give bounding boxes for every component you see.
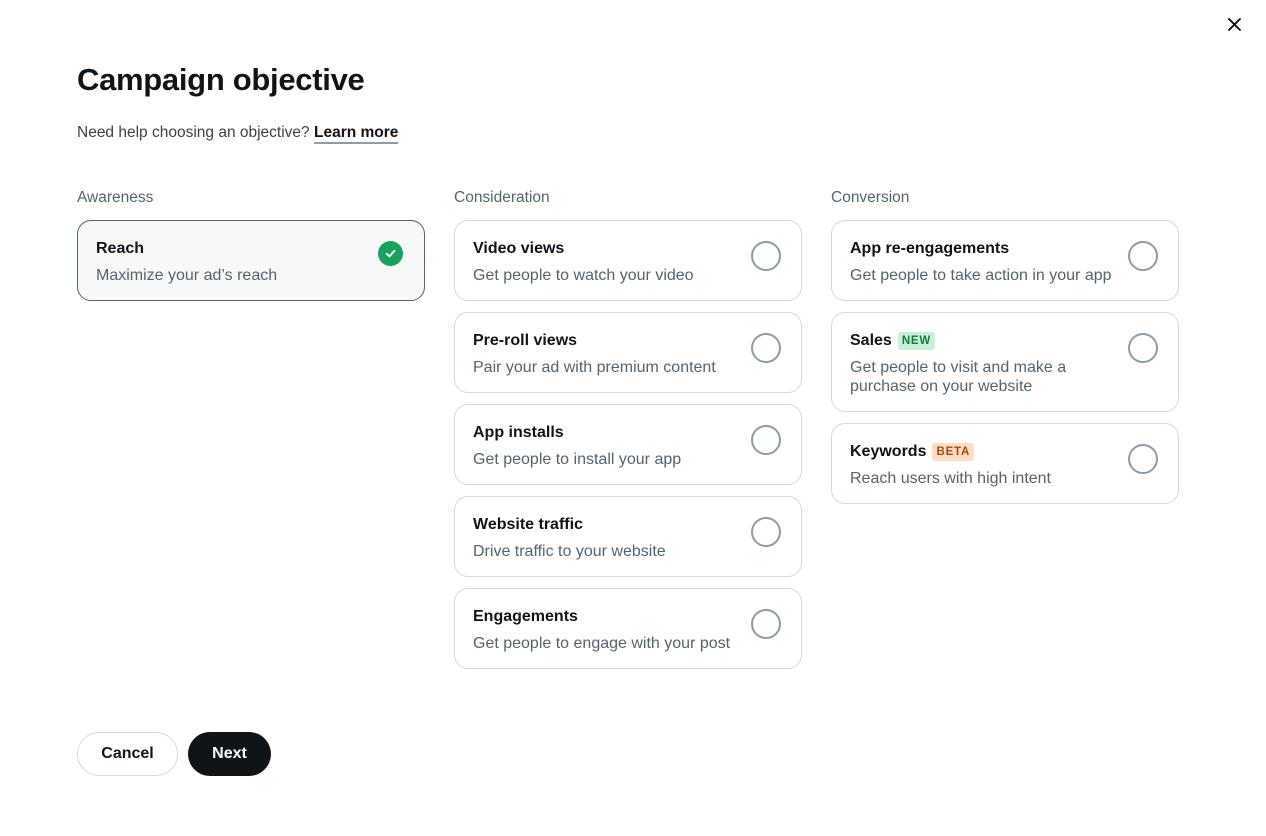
card-title-row: App re-engagements — [850, 239, 1160, 259]
card-title: Video views — [473, 240, 565, 257]
card-title: App installs — [473, 424, 564, 441]
beta-badge: BETA — [932, 443, 975, 461]
card-title-row: Reach — [96, 239, 406, 259]
column-awareness: Awareness Reach Maximize your ad’s reach — [77, 188, 425, 312]
column-consideration: Consideration Video views Get people to … — [454, 188, 802, 680]
card-description: Drive traffic to your website — [473, 543, 666, 560]
card-title-row: Pre-roll views — [473, 331, 783, 351]
card-description: Maximize your ad’s reach — [96, 267, 278, 284]
card-title: Sales — [850, 332, 892, 349]
learn-more-link[interactable]: Learn more — [313, 124, 399, 144]
card-title: Pre-roll views — [473, 332, 578, 349]
help-line: Need help choosing an objective? Learn m… — [77, 124, 399, 144]
card-description: Get people to watch your video — [473, 267, 694, 284]
objective-card-sales[interactable]: Sales NEW Get people to visit and make a… — [831, 312, 1179, 412]
new-badge: NEW — [897, 332, 936, 350]
radio-button[interactable] — [751, 333, 781, 363]
help-text: Need help choosing an objective? — [77, 124, 310, 141]
close-button[interactable] — [1222, 12, 1246, 36]
card-description: Get people to visit and make a purchase … — [850, 359, 1067, 395]
objective-card-keywords[interactable]: Keywords BETA Reach users with high inte… — [831, 423, 1179, 504]
cancel-button[interactable]: Cancel — [77, 732, 178, 776]
dialog-footer: Cancel Next — [77, 732, 271, 776]
objective-card-video-views[interactable]: Video views Get people to watch your vid… — [454, 220, 802, 301]
objective-card-website-traffic[interactable]: Website traffic Drive traffic to your we… — [454, 496, 802, 577]
column-conversion: Conversion App re-engagements Get people… — [831, 188, 1179, 515]
card-title: Keywords — [850, 443, 927, 460]
radio-button[interactable] — [1128, 444, 1158, 474]
card-title-row: Video views — [473, 239, 783, 259]
radio-button[interactable] — [1128, 241, 1158, 271]
card-title-row: App installs — [473, 423, 783, 443]
card-title-row: Keywords BETA — [850, 442, 1160, 462]
card-description: Pair your ad with premium content — [473, 359, 716, 376]
radio-button[interactable] — [1128, 333, 1158, 363]
card-description: Get people to install your app — [473, 451, 682, 468]
objective-card-app-installs[interactable]: App installs Get people to install your … — [454, 404, 802, 485]
close-icon — [1227, 17, 1241, 31]
radio-button[interactable] — [751, 241, 781, 271]
card-title: Website traffic — [473, 516, 583, 533]
card-description: Get people to take action in your app — [850, 267, 1112, 284]
card-title: Engagements — [473, 608, 578, 625]
objective-card-pre-roll-views[interactable]: Pre-roll views Pair your ad with premium… — [454, 312, 802, 393]
column-label: Awareness — [77, 189, 154, 206]
card-title: App re-engagements — [850, 240, 1010, 257]
card-title-row: Sales NEW — [850, 331, 1160, 351]
next-button[interactable]: Next — [188, 732, 271, 776]
card-description: Reach users with high intent — [850, 470, 1051, 487]
column-label: Conversion — [831, 189, 910, 206]
check-circle-icon — [378, 241, 403, 266]
radio-button[interactable] — [751, 517, 781, 547]
card-title: Reach — [96, 240, 145, 257]
objective-card-reach[interactable]: Reach Maximize your ad’s reach — [77, 220, 425, 301]
card-title-row: Engagements — [473, 607, 783, 627]
card-description: Get people to engage with your post — [473, 635, 731, 652]
objective-card-engagements[interactable]: Engagements Get people to engage with yo… — [454, 588, 802, 669]
radio-button[interactable] — [751, 425, 781, 455]
page-title: Campaign objective — [77, 62, 365, 97]
objective-card-app-re-engagements[interactable]: App re-engagements Get people to take ac… — [831, 220, 1179, 301]
column-label: Consideration — [454, 189, 550, 206]
card-title-row: Website traffic — [473, 515, 783, 535]
radio-button[interactable] — [751, 609, 781, 639]
